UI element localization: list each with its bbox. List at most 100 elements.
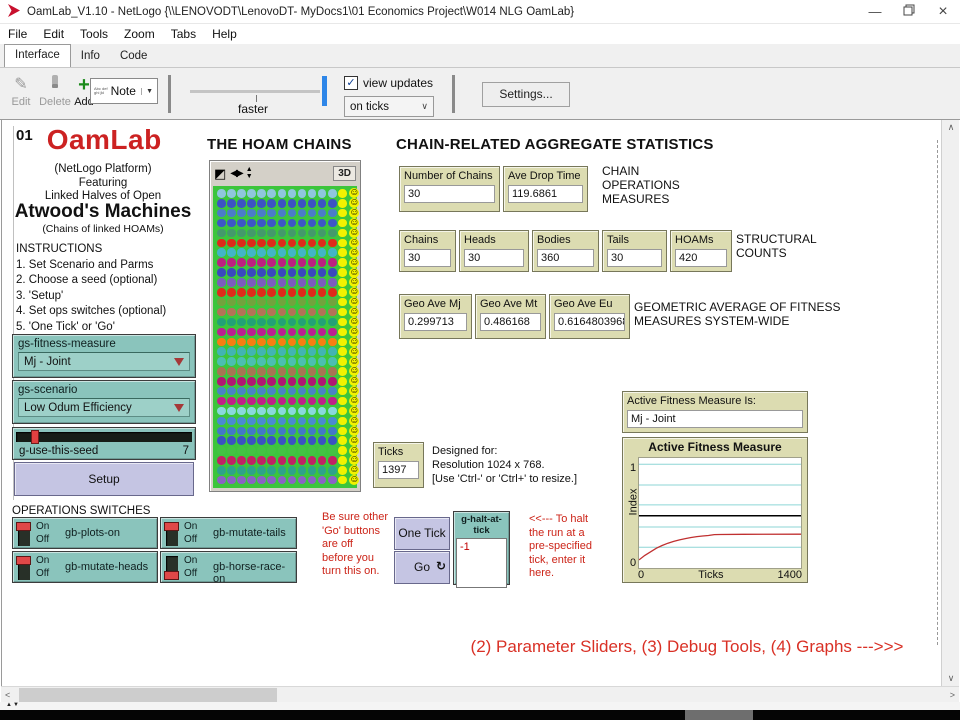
hoam-body-dot [257, 427, 266, 436]
one-tick-button[interactable]: One Tick [394, 517, 450, 550]
hoam-body-dot [237, 239, 246, 248]
restore-button[interactable] [892, 1, 926, 23]
halt-at-tick-input[interactable]: g-halt-at-tick -1 [453, 511, 510, 585]
scroll-left-icon[interactable]: < [5, 690, 10, 700]
hoam-body-dot [298, 367, 307, 376]
hoam-tail-dot [338, 318, 347, 327]
speed-slider-thumb[interactable] [322, 76, 327, 106]
hoam-body-dot [278, 308, 287, 317]
operations-switch[interactable]: OnOff gb-plots-on [12, 517, 158, 549]
menu-file[interactable]: File [0, 27, 35, 41]
hoam-body-dot [298, 189, 307, 198]
hoam-tail-dot [338, 298, 347, 307]
hoam-body-dot [278, 417, 287, 426]
plot-title: Active Fitness Measure [623, 438, 807, 454]
world-view[interactable]: ☺☺☺☺☺☺☺☺☺☺☺☺☺☺☺☺☺☺☺☺☺☺☺☺☺☺☺☺☺☺ [213, 186, 357, 488]
restore-icon [903, 4, 915, 19]
setup-button[interactable]: Setup [14, 462, 194, 496]
slider-knob[interactable] [31, 430, 39, 444]
hoam-body-dot [237, 476, 246, 485]
update-mode-select[interactable]: on ticks ∨ [344, 96, 434, 117]
hoam-body-dot [288, 446, 297, 455]
switch-knob[interactable] [16, 522, 31, 531]
scroll-right-icon[interactable]: > [950, 690, 955, 700]
menu-tabs[interactable]: Tabs [163, 27, 204, 41]
smiley-head-icon: ☺ [349, 366, 359, 376]
menu-zoom[interactable]: Zoom [116, 27, 163, 41]
scroll-up-icon[interactable]: ∧ [942, 122, 960, 133]
view-updates-checkbox[interactable]: ✓ [344, 76, 358, 90]
chooser-value: Mj - Joint [24, 356, 71, 368]
settings-button[interactable]: Settings... [482, 82, 570, 107]
hoam-body-dot [257, 417, 266, 426]
hoam-body-dot [328, 387, 337, 396]
chain-row: ☺ [217, 219, 355, 228]
menu-help[interactable]: Help [204, 27, 245, 41]
smiley-head-icon: ☺ [349, 268, 359, 278]
shade-toggle-icon[interactable]: ◩ [214, 167, 226, 180]
seed-slider[interactable]: g-use-this-seed 7 [12, 427, 196, 460]
hoam-body-dot [288, 338, 297, 347]
chain-row: ☺ [217, 426, 355, 435]
switch-knob[interactable] [16, 556, 31, 565]
operations-switch[interactable]: OnOff gb-horse-race-on [160, 551, 297, 583]
vertical-scrollbar[interactable]: ∧ ∨ [941, 120, 959, 686]
hoam-body-dot [308, 377, 317, 386]
chain-row: ☺ [217, 476, 355, 485]
hoam-body-dot [257, 446, 266, 455]
speed-slider-track[interactable] [190, 90, 320, 93]
horizontal-scrollbar[interactable]: < > [1, 686, 959, 702]
hoam-body-dot [217, 347, 226, 356]
hoam-body-dot [267, 308, 276, 317]
hoam-body-dot [328, 199, 337, 208]
hoam-body-dot [318, 308, 327, 317]
hoam-body-dot [247, 446, 256, 455]
menu-edit[interactable]: Edit [35, 27, 72, 41]
chain-row: ☺ [217, 258, 355, 267]
hoam-body-dot [237, 248, 246, 257]
horizontal-scroll-thumb[interactable] [19, 688, 277, 702]
scroll-down-icon[interactable]: ∨ [942, 673, 960, 684]
hoam-body-dot [247, 427, 256, 436]
close-button[interactable]: × [926, 1, 960, 23]
horizontal-arrows-icon[interactable]: ◀▶ [230, 167, 241, 180]
menu-tools[interactable]: Tools [72, 27, 116, 41]
switch-knob[interactable] [164, 571, 179, 580]
chooser-arrow-icon [174, 358, 184, 366]
hoam-body-dot [298, 387, 307, 396]
plot-x-tick-max: 1400 [778, 569, 802, 581]
hoam-body-dot [298, 248, 307, 257]
go-button[interactable]: Go ↻ [394, 551, 450, 584]
hoam-body-dot [247, 338, 256, 347]
minimize-button[interactable]: — [858, 1, 892, 23]
vertical-arrows-icon[interactable]: ▲▼ [246, 166, 253, 180]
chain-row: ☺ [217, 228, 355, 237]
hoam-body-dot [278, 436, 287, 445]
hoam-body-dot [237, 466, 246, 475]
hoam-body-dot [247, 239, 256, 248]
plot-x-tick-min: 0 [638, 569, 644, 581]
widget-type-dropdown[interactable]: Abc def ghi jkl Note ▼ [90, 78, 158, 104]
hoam-body-dot [318, 436, 327, 445]
tab-info[interactable]: Info [71, 46, 110, 67]
title-bar: OamLab_V1.10 - NetLogo {\\LENOVODT\Lenov… [0, 0, 960, 24]
chooser-scenario[interactable]: gs-scenario Low Odum Efficiency [12, 380, 196, 424]
operations-switch[interactable]: OnOff gb-mutate-tails [160, 517, 297, 549]
halt-input-value[interactable]: -1 [456, 538, 507, 588]
3d-button[interactable]: 3D [333, 166, 356, 181]
chain-row: ☺ [217, 406, 355, 415]
delete-button[interactable]: Delete [38, 74, 72, 108]
hoam-body-dot [288, 407, 297, 416]
hoam-body-dot [298, 476, 307, 485]
tab-code[interactable]: Code [110, 46, 158, 67]
hoam-body-dot [308, 347, 317, 356]
hoam-tail-dot [338, 189, 347, 198]
hoam-body-dot [267, 397, 276, 406]
hoam-body-dot [257, 318, 266, 327]
edit-button[interactable]: ✎ Edit [8, 74, 34, 108]
hoam-body-dot [267, 229, 276, 238]
switch-knob[interactable] [164, 522, 179, 531]
tab-interface[interactable]: Interface [4, 44, 71, 67]
operations-switch[interactable]: OnOff gb-mutate-heads [12, 551, 158, 583]
chooser-fitness-measure[interactable]: gs-fitness-measure Mj - Joint [12, 334, 196, 378]
